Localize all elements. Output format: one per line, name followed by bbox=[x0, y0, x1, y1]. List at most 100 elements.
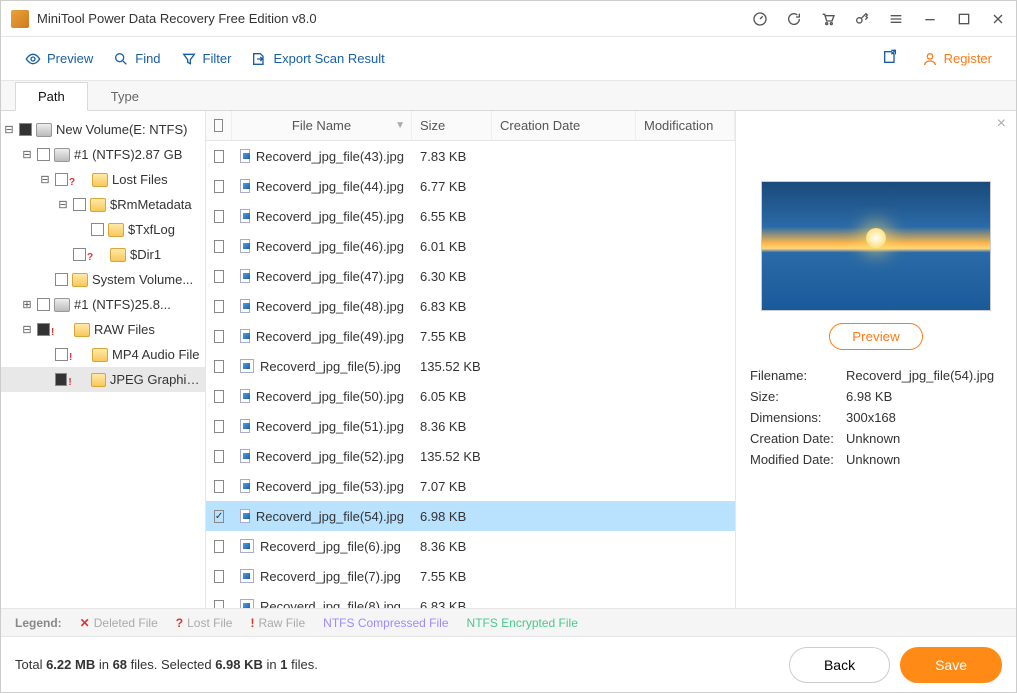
row-checkbox[interactable] bbox=[214, 240, 224, 253]
meta-mdate-value: Unknown bbox=[846, 452, 900, 467]
checkbox[interactable] bbox=[37, 148, 50, 161]
tree-rmmetadata[interactable]: ⊟$RmMetadata bbox=[1, 192, 205, 217]
checkbox[interactable] bbox=[55, 348, 68, 361]
row-checkbox[interactable] bbox=[214, 270, 224, 283]
row-checkbox[interactable] bbox=[214, 180, 224, 193]
tree-root[interactable]: ⊟New Volume(E: NTFS) bbox=[1, 117, 205, 142]
view-tabs: Path Type bbox=[1, 81, 1016, 111]
table-row[interactable]: Recoverd_jpg_file(47).jpg6.30 KB bbox=[206, 261, 735, 291]
row-checkbox[interactable] bbox=[214, 480, 224, 493]
col-size[interactable]: Size bbox=[412, 111, 492, 140]
checkbox[interactable] bbox=[55, 173, 68, 186]
row-checkbox[interactable] bbox=[214, 450, 224, 463]
tree-sysvolume[interactable]: System Volume... bbox=[1, 267, 205, 292]
tab-type[interactable]: Type bbox=[88, 82, 162, 111]
file-name: Recoverd_jpg_file(48).jpg bbox=[256, 299, 404, 314]
toolbar: Preview Find Filter Export Scan Result R… bbox=[1, 37, 1016, 81]
table-row[interactable]: Recoverd_jpg_file(53).jpg7.07 KB bbox=[206, 471, 735, 501]
table-row[interactable]: Recoverd_jpg_file(51).jpg8.36 KB bbox=[206, 411, 735, 441]
find-button[interactable]: Find bbox=[103, 45, 170, 73]
tree-lost-files[interactable]: ⊟Lost Files bbox=[1, 167, 205, 192]
row-checkbox[interactable] bbox=[214, 210, 224, 223]
tree-mp4[interactable]: MP4 Audio File bbox=[1, 342, 205, 367]
row-checkbox[interactable] bbox=[214, 600, 224, 609]
table-row[interactable]: ✓Recoverd_jpg_file(54).jpg6.98 KB bbox=[206, 501, 735, 531]
filter-button[interactable]: Filter bbox=[171, 45, 242, 73]
col-filename[interactable]: File Name▼ bbox=[232, 111, 412, 140]
refresh-icon[interactable] bbox=[786, 11, 802, 27]
col-modification[interactable]: Modification bbox=[636, 111, 735, 140]
table-row[interactable]: Recoverd_jpg_file(49).jpg7.55 KB bbox=[206, 321, 735, 351]
row-checkbox[interactable] bbox=[214, 360, 224, 373]
back-button[interactable]: Back bbox=[789, 647, 890, 683]
window-title: MiniTool Power Data Recovery Free Editio… bbox=[37, 11, 752, 26]
checkbox[interactable] bbox=[55, 273, 68, 286]
table-row[interactable]: Recoverd_jpg_file(5).jpg135.52 KB bbox=[206, 351, 735, 381]
file-icon bbox=[240, 149, 250, 163]
cart-icon[interactable] bbox=[820, 11, 836, 27]
table-row[interactable]: Recoverd_jpg_file(50).jpg6.05 KB bbox=[206, 381, 735, 411]
export-button[interactable]: Export Scan Result bbox=[241, 45, 394, 73]
file-icon bbox=[240, 509, 250, 523]
checkbox[interactable] bbox=[73, 198, 86, 211]
checkbox[interactable] bbox=[19, 123, 32, 136]
close-button[interactable] bbox=[990, 11, 1006, 27]
file-icon bbox=[240, 179, 250, 193]
share-icon[interactable] bbox=[882, 49, 898, 68]
row-checkbox[interactable] bbox=[214, 330, 224, 343]
col-creation-date[interactable]: Creation Date bbox=[492, 111, 636, 140]
tree-txflog[interactable]: $TxfLog bbox=[1, 217, 205, 242]
speed-icon[interactable] bbox=[752, 11, 768, 27]
menu-icon[interactable] bbox=[888, 11, 904, 27]
table-row[interactable]: Recoverd_jpg_file(6).jpg8.36 KB bbox=[206, 531, 735, 561]
table-row[interactable]: Recoverd_jpg_file(45).jpg6.55 KB bbox=[206, 201, 735, 231]
table-row[interactable]: Recoverd_jpg_file(46).jpg6.01 KB bbox=[206, 231, 735, 261]
preview-image-button[interactable]: Preview bbox=[829, 323, 922, 350]
checkbox[interactable] bbox=[73, 248, 86, 261]
legend-title: Legend: bbox=[15, 616, 62, 630]
table-row[interactable]: Recoverd_jpg_file(48).jpg6.83 KB bbox=[206, 291, 735, 321]
file-icon bbox=[240, 299, 250, 313]
row-checkbox[interactable]: ✓ bbox=[214, 510, 224, 523]
file-name: Recoverd_jpg_file(44).jpg bbox=[256, 179, 404, 194]
row-checkbox[interactable] bbox=[214, 300, 224, 313]
file-icon bbox=[240, 419, 250, 433]
checkbox[interactable] bbox=[37, 323, 50, 336]
maximize-button[interactable] bbox=[956, 11, 972, 27]
key-icon[interactable] bbox=[854, 11, 870, 27]
meta-cdate-label: Creation Date: bbox=[750, 431, 846, 446]
table-row[interactable]: Recoverd_jpg_file(43).jpg7.83 KB bbox=[206, 141, 735, 171]
tree-partition-2[interactable]: ⊞#1 (NTFS)25.8... bbox=[1, 292, 205, 317]
checkbox[interactable] bbox=[91, 223, 104, 236]
row-checkbox[interactable] bbox=[214, 570, 224, 583]
file-size: 7.55 KB bbox=[412, 329, 492, 344]
minimize-button[interactable] bbox=[922, 11, 938, 27]
table-row[interactable]: Recoverd_jpg_file(52).jpg135.52 KB bbox=[206, 441, 735, 471]
tree-partition-1[interactable]: ⊟#1 (NTFS)2.87 GB bbox=[1, 142, 205, 167]
column-headers: File Name▼ Size Creation Date Modificati… bbox=[206, 111, 735, 141]
tree-dir1[interactable]: $Dir1 bbox=[1, 242, 205, 267]
file-size: 6.30 KB bbox=[412, 269, 492, 284]
table-row[interactable]: Recoverd_jpg_file(7).jpg7.55 KB bbox=[206, 561, 735, 591]
table-row[interactable]: Recoverd_jpg_file(44).jpg6.77 KB bbox=[206, 171, 735, 201]
close-preview-icon[interactable]: × bbox=[997, 115, 1006, 133]
preview-button[interactable]: Preview bbox=[15, 45, 103, 73]
table-row[interactable]: Recoverd_jpg_file(8).jpg6.83 KB bbox=[206, 591, 735, 608]
row-checkbox[interactable] bbox=[214, 420, 224, 433]
tab-path[interactable]: Path bbox=[15, 82, 88, 111]
tree-jpeg[interactable]: JPEG Graphics... bbox=[1, 367, 205, 392]
legend-raw: !Raw File bbox=[250, 616, 305, 630]
meta-dimensions-value: 300x168 bbox=[846, 410, 896, 425]
row-checkbox[interactable] bbox=[214, 390, 224, 403]
meta-size-value: 6.98 KB bbox=[846, 389, 892, 404]
save-button[interactable]: Save bbox=[900, 647, 1002, 683]
checkbox[interactable] bbox=[55, 373, 67, 386]
register-button[interactable]: Register bbox=[912, 45, 1002, 73]
tree-raw-files[interactable]: ⊟RAW Files bbox=[1, 317, 205, 342]
file-size: 6.55 KB bbox=[412, 209, 492, 224]
row-checkbox[interactable] bbox=[214, 540, 224, 553]
checkbox-all[interactable] bbox=[214, 119, 223, 132]
checkbox[interactable] bbox=[37, 298, 50, 311]
row-checkbox[interactable] bbox=[214, 150, 224, 163]
file-rows[interactable]: Recoverd_jpg_file(43).jpg7.83 KBRecoverd… bbox=[206, 141, 735, 608]
